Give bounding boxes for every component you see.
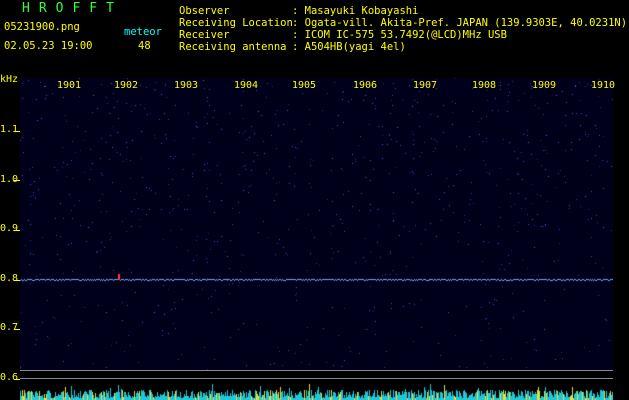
y-tick-mark (14, 379, 20, 380)
datetime-label: 02.05.23 19:00 (4, 40, 93, 52)
y-tick: 0.7 (0, 322, 19, 333)
y-tick: 1.1 (0, 124, 19, 135)
y-tick-mark (14, 131, 20, 132)
y-tick: 0.6 (0, 372, 19, 383)
x-tick: 1901 (57, 80, 82, 91)
file-name: 05231900.png (4, 21, 80, 33)
y-tick-mark (14, 230, 20, 231)
y-tick: 0.9 (0, 223, 19, 234)
spectrogram (20, 78, 613, 370)
x-tick: 1904 (234, 80, 259, 91)
location-label: Receiving Location (179, 17, 293, 29)
antenna-label: Receiving antenna (179, 41, 287, 53)
x-tick: 1908 (472, 80, 497, 91)
observer-label: Observer (179, 5, 230, 17)
receiver-value: : ICOM IC-575 53.7492(@LCD)MHz USB (292, 29, 507, 41)
y-tick: 0.8 (0, 273, 19, 284)
location-value: : Ogata-vill. Akita-Pref. JAPAN (139.930… (292, 17, 628, 29)
antenna-value: : A504HB(yagi 4el) (292, 41, 406, 53)
observer-value: : Masayuki Kobayashi (292, 5, 419, 17)
meteor-label: meteor (124, 26, 162, 38)
x-tick: 1902 (114, 80, 139, 91)
x-tick: 1909 (532, 80, 557, 91)
y-tick-mark (14, 329, 20, 330)
axis-unit: kHz (0, 74, 19, 85)
meteor-count: 48 (138, 40, 151, 52)
x-tick: 1906 (353, 80, 378, 91)
separator-line (20, 370, 613, 371)
receiver-label: Receiver (179, 29, 230, 41)
y-tick-mark (14, 280, 20, 281)
frequency-axis: kHz 1.1 1.0 0.9 0.8 0.7 0.6 (0, 70, 20, 400)
x-tick: 1907 (413, 80, 438, 91)
x-tick: 1903 (174, 80, 199, 91)
x-tick: 1905 (292, 80, 317, 91)
y-tick-mark (14, 180, 20, 181)
separator-line (20, 378, 613, 379)
signal-level-strip (20, 381, 613, 400)
x-tick: 1910 (591, 80, 616, 91)
program-title: HROFFT (22, 1, 123, 16)
time-axis: 1901 1902 1903 1904 1905 1906 1907 1908 … (20, 80, 616, 92)
